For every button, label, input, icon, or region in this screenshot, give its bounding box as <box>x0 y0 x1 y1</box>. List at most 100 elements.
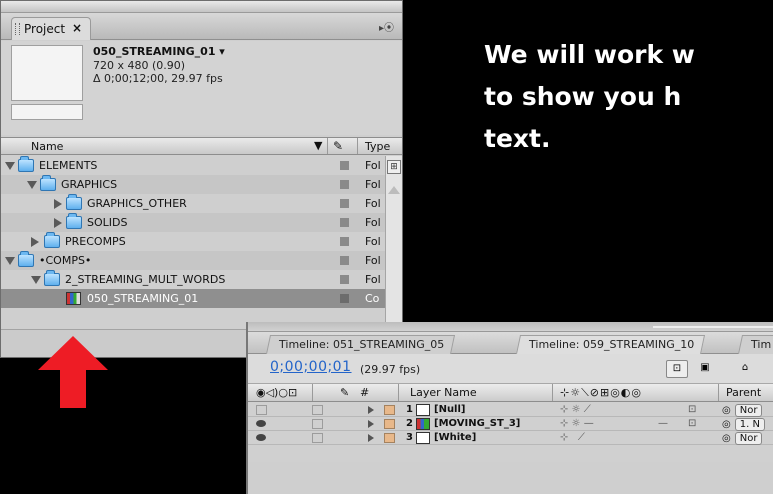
folder-icon <box>66 194 82 210</box>
layer-row[interactable]: 1 [Null] ⊹ ☼ ⟋ ⊡ ◎ Nor <box>248 403 773 417</box>
layer-name[interactable]: [MOVING_ST_3] <box>434 418 520 429</box>
project-item[interactable]: PRECOMPS Fol <box>1 232 402 251</box>
project-item[interactable]: GRAPHICS Fol <box>1 175 402 194</box>
composition-icon <box>66 292 81 305</box>
disclosure-triangle-icon[interactable] <box>31 237 39 247</box>
parent-select[interactable]: Nor <box>734 404 763 417</box>
label-tag-icon[interactable]: ✎ <box>333 139 343 153</box>
tab-timeline-05[interactable]: Timeline: 051_STREAMING_05 <box>266 335 456 354</box>
tab-timeline-other[interactable]: Tim <box>738 335 773 354</box>
parent-picker[interactable]: ◎ Nor <box>722 404 763 417</box>
draft-3d-icon[interactable]: ⌂ <box>734 360 756 378</box>
project-item[interactable]: SOLIDS Fol <box>1 213 402 232</box>
comp-duration: Δ 0;00;12;00, 29.97 fps <box>93 72 223 85</box>
lock-toggle[interactable] <box>312 419 323 429</box>
layer-number: 3 <box>406 432 413 443</box>
column-divider[interactable] <box>357 138 358 154</box>
project-scrollbar[interactable]: ⊞ <box>385 156 402 327</box>
layer-number: 2 <box>406 418 413 429</box>
tab-timeline-10[interactable]: Timeline: 059_STREAMING_10 <box>516 335 706 354</box>
label-swatch[interactable] <box>340 180 349 189</box>
expand-triangle-icon[interactable] <box>368 420 374 428</box>
disclosure-triangle-icon[interactable] <box>5 257 15 265</box>
disclosure-triangle-icon[interactable] <box>54 218 62 228</box>
layer-name[interactable]: [Null] <box>434 404 465 415</box>
label-swatch[interactable] <box>340 161 349 170</box>
layer-label-swatch[interactable] <box>384 405 395 415</box>
layer-switches[interactable]: ⊹ ☼ ⟋ <box>560 404 591 415</box>
disclosure-triangle-icon[interactable] <box>54 199 62 209</box>
close-icon[interactable]: × <box>72 21 82 35</box>
tab-project[interactable]: Project × <box>11 17 91 40</box>
layer-switches[interactable]: ⊹ ⟋ <box>560 432 585 443</box>
label-column-icon[interactable]: ✎ <box>340 386 349 399</box>
timeline-empty-area <box>248 462 773 494</box>
layer-3d-switch[interactable]: ⊡ <box>688 404 696 415</box>
live-update-icon[interactable]: ▣ <box>694 360 716 378</box>
timeline-tab-bar: Timeline: 051_STREAMING_05 Timeline: 059… <box>248 332 773 354</box>
visibility-toggle[interactable] <box>256 405 267 415</box>
folder-icon <box>18 251 34 267</box>
folder-icon <box>66 213 82 229</box>
project-item-type: Fol <box>365 216 381 229</box>
disclosure-triangle-icon[interactable] <box>5 162 15 170</box>
layer-name[interactable]: [White] <box>434 432 476 443</box>
comp-name[interactable]: 050_STREAMING_01 ▾ <box>93 45 225 58</box>
parent-select[interactable]: Nor <box>734 432 763 445</box>
comp-thumbnail-bar <box>11 104 83 120</box>
layer-row[interactable]: 2 [MOVING_ST_3] ⊹ ☼ — — ⊡ ◎ 1. N <box>248 417 773 431</box>
layer-label-swatch[interactable] <box>384 433 395 443</box>
parent-select[interactable]: 1. N <box>734 418 765 431</box>
column-type[interactable]: Type <box>365 140 390 153</box>
comp-mini-flowchart-icon[interactable]: ⊡ <box>666 360 688 378</box>
timeline-title-strip <box>248 322 773 332</box>
project-item-label: GRAPHICS <box>61 178 118 191</box>
flowchart-icon[interactable]: ⊞ <box>387 160 401 174</box>
project-item[interactable]: •COMPS• Fol <box>1 251 402 270</box>
project-item[interactable]: GRAPHICS_OTHER Fol <box>1 194 402 213</box>
column-divider[interactable] <box>327 138 328 154</box>
av-features-icons[interactable]: ◉◁)○⊡ <box>256 386 297 399</box>
layer-switches-icons[interactable]: ⊹☼⟍⊘⊞◎◐◎ <box>560 386 642 400</box>
expand-triangle-icon[interactable] <box>368 434 374 442</box>
project-item-label: ELEMENTS <box>39 159 98 172</box>
parent-picker[interactable]: ◎ Nor <box>722 432 763 445</box>
project-item-type: Fol <box>365 254 381 267</box>
column-layer-name[interactable]: Layer Name <box>410 386 477 399</box>
expand-triangle-icon[interactable] <box>368 406 374 414</box>
project-item-selected[interactable]: 050_STREAMING_01 Co <box>1 289 402 308</box>
disclosure-triangle-icon[interactable] <box>31 276 41 284</box>
arrow-shape <box>38 336 108 408</box>
project-item[interactable]: ELEMENTS Fol <box>1 156 402 175</box>
layer-3d-switch[interactable]: ⊡ <box>688 418 696 429</box>
layer-switches[interactable]: ⊹ ☼ — <box>560 418 594 429</box>
lock-toggle[interactable] <box>312 405 323 415</box>
parent-picker[interactable]: ◎ 1. N <box>722 418 765 431</box>
label-swatch[interactable] <box>340 275 349 284</box>
column-name[interactable]: Name <box>31 140 63 153</box>
panel-title-strip <box>1 1 402 13</box>
layer-motion-blur-switch[interactable]: — <box>658 418 668 429</box>
disclosure-triangle-icon[interactable] <box>27 181 37 189</box>
project-item-label: SOLIDS <box>87 216 128 229</box>
eye-icon[interactable] <box>256 420 266 427</box>
current-time-display[interactable]: 0;00;00;01 <box>270 359 352 375</box>
lock-toggle[interactable] <box>312 433 323 443</box>
scroll-up-icon[interactable] <box>388 186 400 194</box>
layer-label-swatch[interactable] <box>384 419 395 429</box>
column-parent[interactable]: Parent <box>726 386 761 399</box>
label-swatch[interactable] <box>340 256 349 265</box>
column-layer-number[interactable]: # <box>360 386 369 399</box>
layer-row[interactable]: 3 [White] ⊹ ⟋ ◎ Nor <box>248 431 773 445</box>
label-swatch[interactable] <box>340 218 349 227</box>
label-swatch[interactable] <box>340 199 349 208</box>
chevron-down-icon[interactable]: ▼ <box>314 139 322 152</box>
label-swatch[interactable] <box>340 237 349 246</box>
grip-icon[interactable] <box>15 23 20 35</box>
project-item[interactable]: 2_STREAMING_MULT_WORDS Fol <box>1 270 402 289</box>
label-swatch[interactable] <box>340 294 349 303</box>
timeline-panel: Timeline: 051_STREAMING_05 Timeline: 059… <box>246 322 773 494</box>
red-arrow-indicator <box>38 336 108 408</box>
panel-menu-icon[interactable]: ▸⦿ <box>368 19 394 34</box>
eye-icon[interactable] <box>256 434 266 441</box>
